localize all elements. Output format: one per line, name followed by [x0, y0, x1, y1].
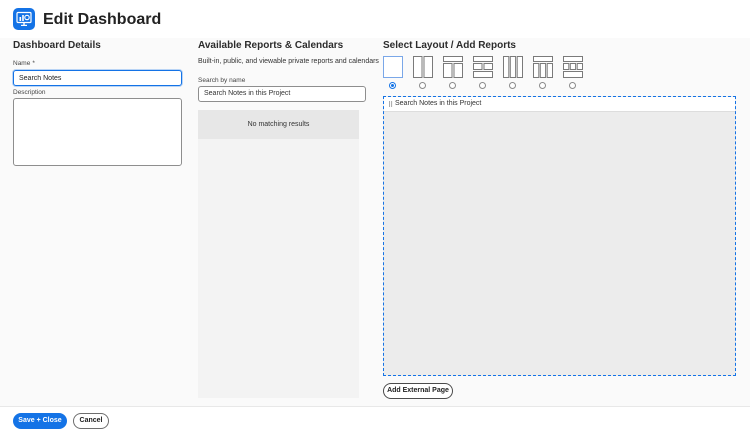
layout-drop-area[interactable]: ⠿ Search Notes in this Project	[383, 96, 736, 376]
description-label: Description	[13, 89, 46, 96]
layout-three-column-icon[interactable]	[503, 56, 523, 78]
results-panel: No matching results	[198, 110, 359, 398]
description-textarea[interactable]	[13, 98, 182, 166]
drag-handle-icon[interactable]: ⠿	[388, 101, 393, 109]
required-mark: *	[32, 60, 35, 67]
layout-two-row-split-icon[interactable]	[473, 56, 493, 78]
report-item[interactable]: ⠿ Search Notes in this Project	[384, 97, 735, 112]
name-label-text: Name	[13, 60, 31, 67]
search-by-name-label: Search by name	[198, 77, 246, 84]
save-close-button[interactable]: Save + Close	[13, 413, 67, 429]
layout-grid-icon[interactable]	[563, 56, 583, 78]
layout-two-column-icon[interactable]	[413, 56, 433, 78]
no-results-message: No matching results	[198, 110, 359, 139]
layout-radio-grid[interactable]	[569, 82, 576, 89]
layout-top-two-column-icon[interactable]	[443, 56, 463, 78]
page-title: Edit Dashboard	[43, 11, 162, 28]
layout-top-three-column-icon[interactable]	[533, 56, 553, 78]
name-input[interactable]	[13, 70, 182, 86]
layout-radio-two-column[interactable]	[419, 82, 426, 89]
available-reports-subtitle: Built-in, public, and viewable private r…	[198, 58, 379, 65]
footer-bar: Save + Close Cancel	[0, 406, 750, 433]
select-layout-heading: Select Layout / Add Reports	[383, 40, 516, 51]
dashboard-details-heading: Dashboard Details	[13, 40, 101, 51]
dashboard-icon	[13, 8, 35, 30]
layout-radio-top-three-column[interactable]	[539, 82, 546, 89]
layout-radio-top-two-column[interactable]	[449, 82, 456, 89]
layout-radio-three-column[interactable]	[509, 82, 516, 89]
add-external-page-button[interactable]: Add External Page	[383, 383, 453, 399]
report-item-name: Search Notes in this Project	[395, 100, 482, 107]
layout-radio-two-row-split[interactable]	[479, 82, 486, 89]
layout-radio-single[interactable]	[389, 82, 396, 89]
layout-single-icon[interactable]	[383, 56, 403, 78]
page-header: Edit Dashboard	[0, 0, 750, 38]
name-label: Name *	[13, 60, 35, 67]
available-reports-heading: Available Reports & Calendars	[198, 40, 344, 51]
cancel-button[interactable]: Cancel	[73, 413, 109, 429]
search-input[interactable]: Search Notes in this Project	[198, 86, 366, 102]
